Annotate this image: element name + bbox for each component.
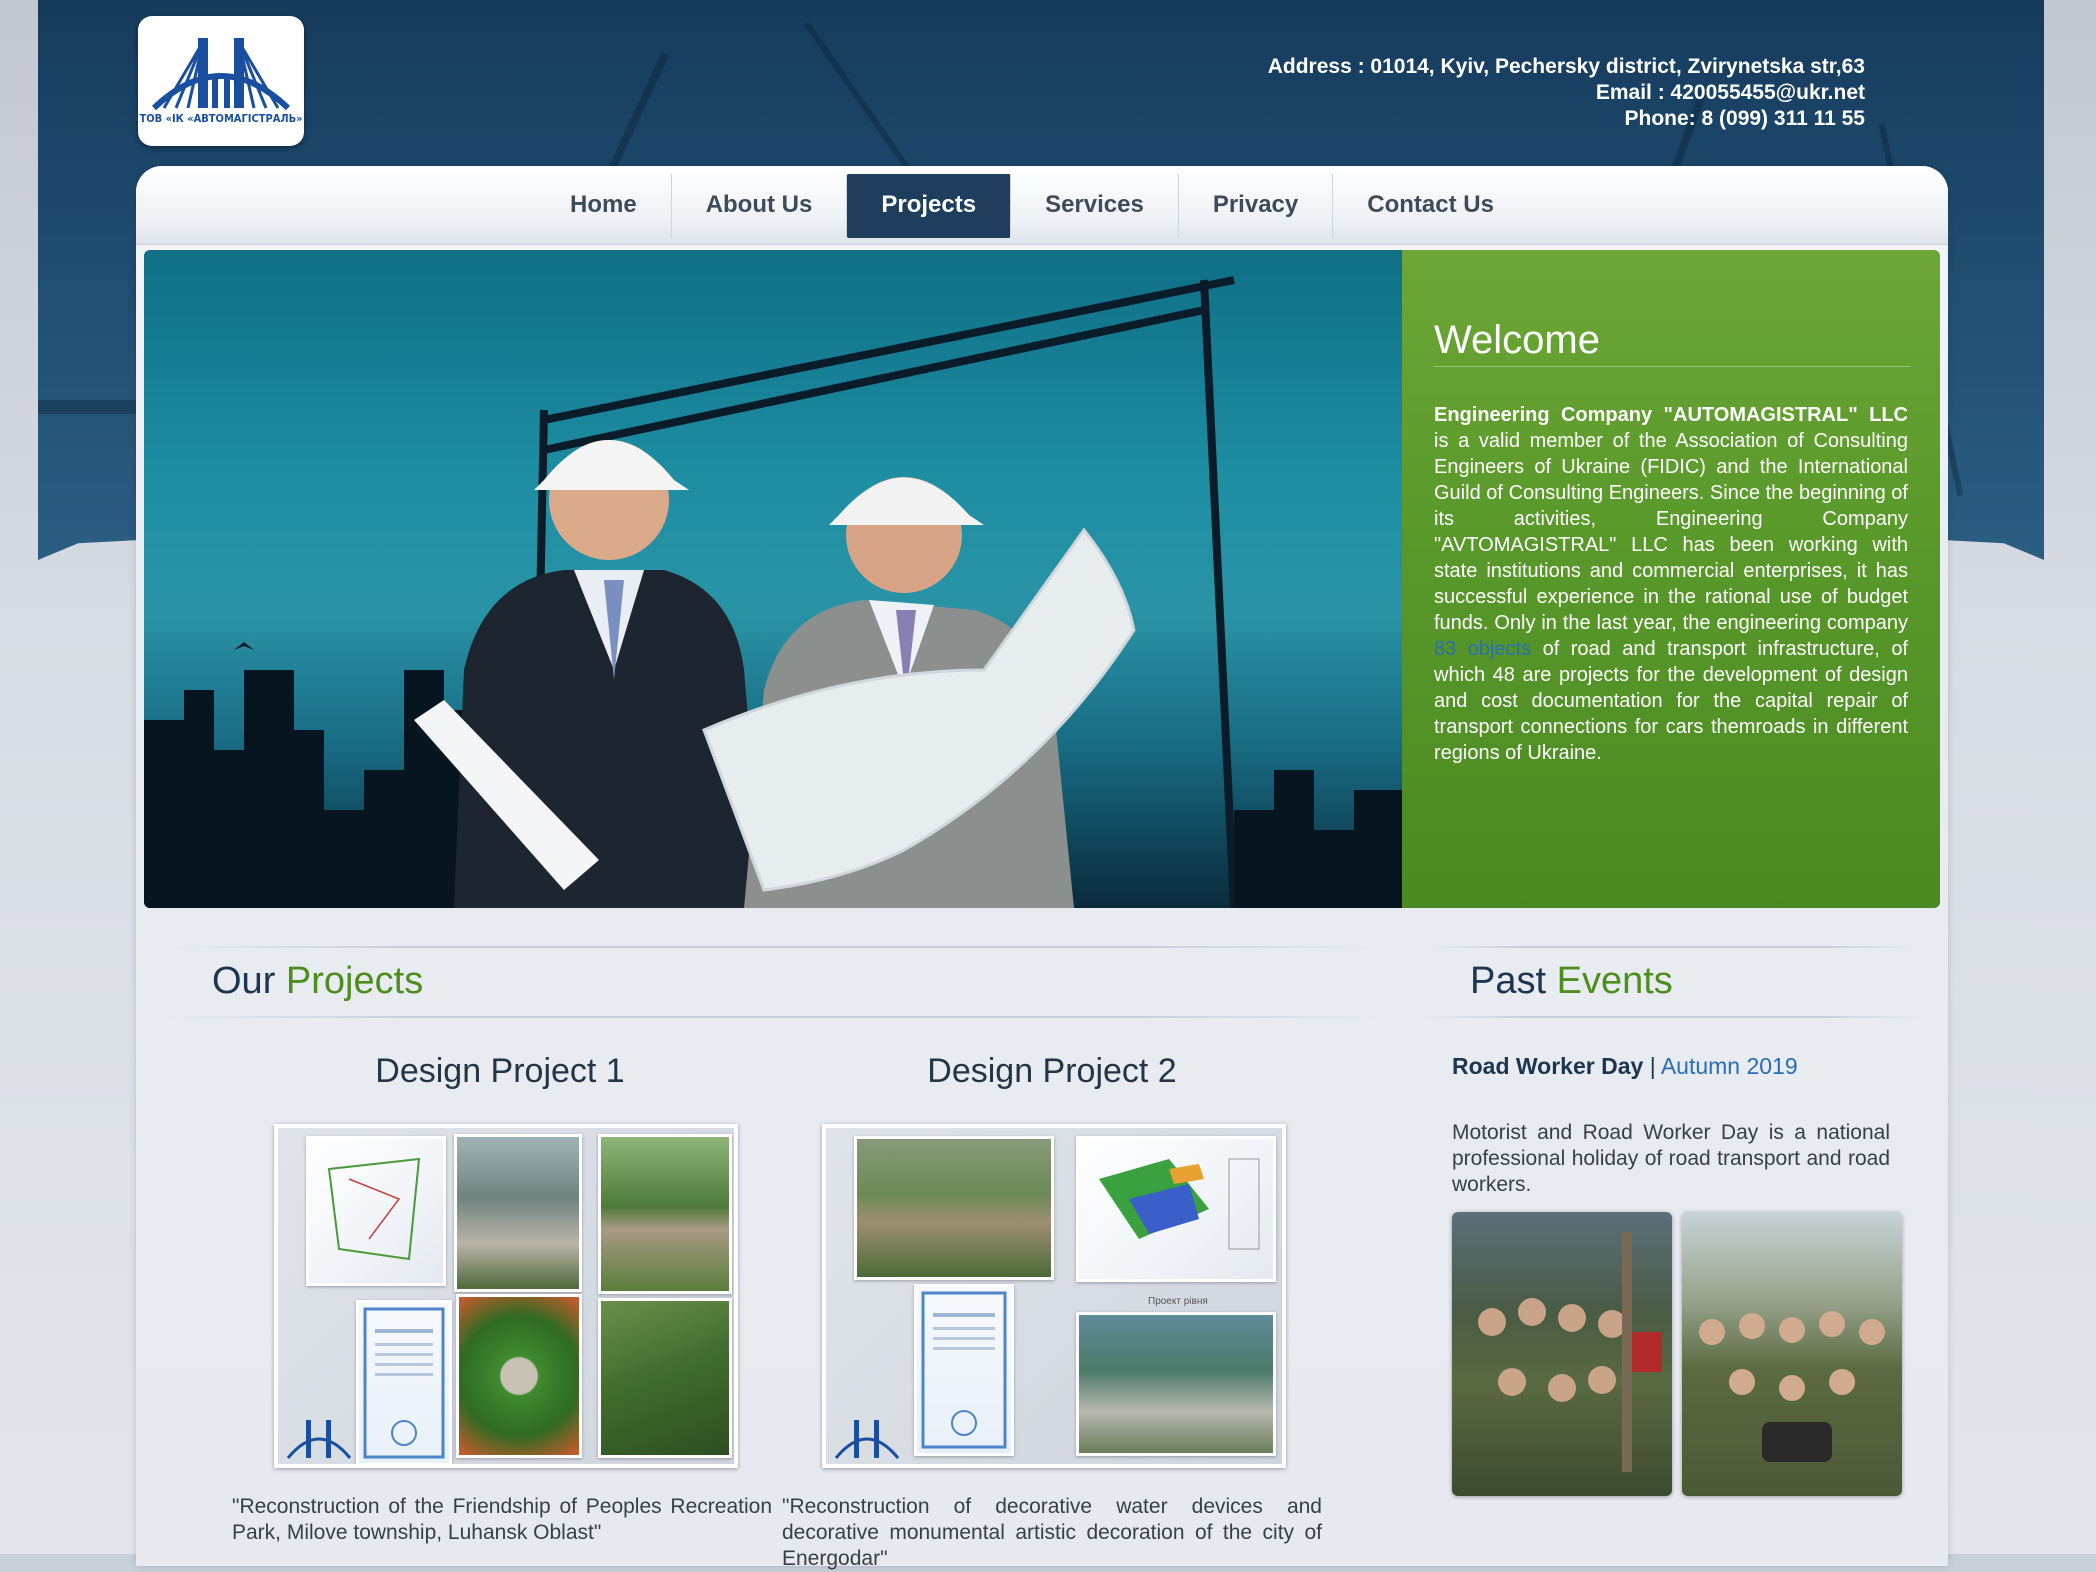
- contact-block: Address : 01014, Kyiv, Pechersky distric…: [1268, 54, 1865, 132]
- logo-text: ТОВ «ІК «АВТОМАГІСТРАЛЬ»: [139, 112, 303, 125]
- design-project-2-title[interactable]: Design Project 2: [852, 1052, 1252, 1091]
- nav-item-privacy[interactable]: Privacy: [1179, 174, 1334, 238]
- event-description: Motorist and Road Worker Day is a nation…: [1452, 1121, 1890, 1196]
- mini-logo-icon: [286, 1420, 352, 1459]
- certificate-icon: [363, 1307, 445, 1459]
- address-text: Address : 01014, Kyiv, Pechersky distric…: [1267, 55, 1865, 78]
- welcome-text: Engineering Company "AUTOMAGISTRAL" LLC …: [1434, 402, 1908, 766]
- welcome-title: Welcome: [1434, 318, 1600, 362]
- welcome-divider: [1434, 366, 1910, 367]
- colored-plan-icon: [1099, 1158, 1260, 1250]
- project-2-plan-thumb: [1076, 1136, 1276, 1282]
- project-1-certificate-thumb: [356, 1300, 452, 1464]
- group-photo-icon: [1478, 1232, 1662, 1472]
- design-project-1-image[interactable]: [274, 1124, 738, 1468]
- event-separator: |: [1643, 1053, 1661, 1079]
- project-2-certificate-thumb: [914, 1284, 1014, 1456]
- event-photo-2[interactable]: [1682, 1212, 1902, 1496]
- projects-title-accent: Projects: [285, 960, 424, 1002]
- engineers-scene-icon: [144, 276, 1402, 908]
- projects-rule-bottom: [164, 1016, 1382, 1018]
- events-rule-bottom: [1424, 1016, 1920, 1018]
- project-1-arch-photo: [454, 1134, 582, 1292]
- nav-item-services[interactable]: Services: [1011, 174, 1179, 238]
- hero-banner: Welcome Engineering Company "AUTOMAGISTR…: [144, 250, 1940, 908]
- design-project-2-caption: "Reconstruction of decorative water devi…: [782, 1495, 1322, 1570]
- group-photo-icon: [1699, 1311, 1885, 1462]
- welcome-company-name: Engineering Company "AUTOMAGISTRAL" LLC: [1434, 404, 1908, 426]
- project-1-path-photo: [598, 1134, 732, 1294]
- plan-label: Проект рівня: [1148, 1296, 1208, 1307]
- project-2-aerial-photo: [854, 1136, 1054, 1280]
- projects-section-title: Our Projects: [212, 960, 423, 1003]
- nav-item-contact-us[interactable]: Contact Us: [1333, 174, 1528, 238]
- events-title-main: Past: [1470, 960, 1547, 1002]
- projects-rule-top: [164, 946, 1382, 948]
- projects-title-main: Our: [212, 960, 276, 1002]
- nav-item-projects[interactable]: Projects: [847, 174, 1012, 238]
- event-heading: Road Worker Day | Autumn 2019: [1452, 1053, 1798, 1080]
- project-1-park-photo: [598, 1298, 732, 1458]
- mini-logo-icon: [834, 1420, 900, 1459]
- design-project-2-image[interactable]: Проект рівня: [822, 1124, 1286, 1468]
- company-logo[interactable]: ТОВ «ІК «АВТОМАГІСТРАЛЬ»: [138, 16, 304, 146]
- events-section-title: Past Events: [1470, 960, 1673, 1003]
- event-season: Autumn 2019: [1660, 1053, 1798, 1079]
- events-title-accent: Events: [1556, 960, 1673, 1002]
- main-nav: Home About Us Projects Services Privacy …: [136, 166, 1948, 245]
- objects-link[interactable]: 83 objects: [1434, 638, 1531, 660]
- nav-item-home[interactable]: Home: [536, 174, 672, 238]
- project-2-render-photo: [1076, 1312, 1276, 1456]
- email-text[interactable]: Email : 420055455@ukr.net: [1268, 80, 1865, 106]
- event-photo-1[interactable]: [1452, 1212, 1672, 1496]
- event-name[interactable]: Road Worker Day: [1452, 1053, 1643, 1079]
- welcome-text-part1: is a valid member of the Association of …: [1434, 430, 1908, 634]
- certificate-icon: [921, 1291, 1007, 1449]
- project-1-garden-photo: [456, 1294, 582, 1458]
- phone-text[interactable]: Phone: 8 (099) 311 11 55: [1268, 106, 1865, 132]
- design-project-1-caption: "Reconstruction of the Friendship of Peo…: [232, 1495, 772, 1544]
- events-rule-top: [1424, 946, 1920, 948]
- site-plan-icon: [327, 1157, 421, 1261]
- hero-image-engineers: [144, 250, 1402, 908]
- project-1-site-plan-thumb: [306, 1136, 446, 1286]
- nav-list: Home About Us Projects Services Privacy …: [536, 174, 1528, 238]
- bridge-logo-icon: [151, 38, 291, 110]
- welcome-panel: Welcome Engineering Company "AUTOMAGISTR…: [1402, 250, 1940, 908]
- nav-item-about-us[interactable]: About Us: [672, 174, 848, 238]
- design-project-1-title[interactable]: Design Project 1: [300, 1052, 700, 1091]
